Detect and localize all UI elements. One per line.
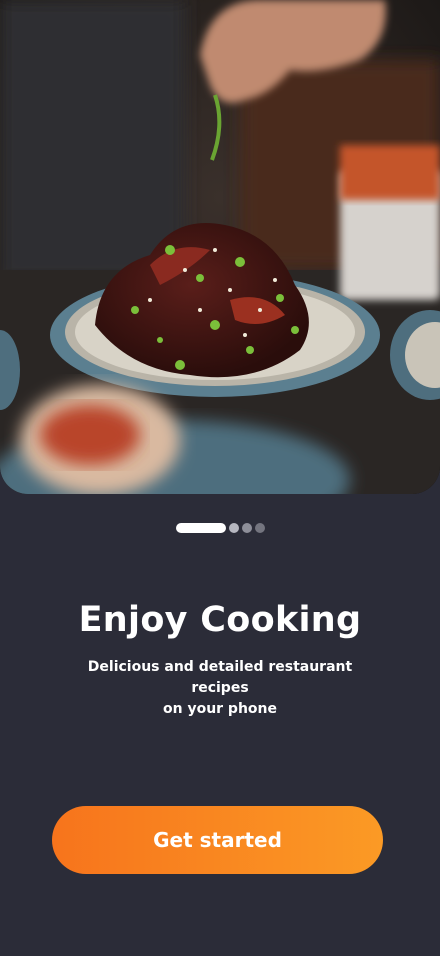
subtitle-line-1: Delicious and detailed restaurant recipe…	[87, 659, 353, 696]
plated-dish-illustration	[0, 0, 440, 494]
page-dot	[254, 523, 265, 533]
page-dot	[241, 523, 252, 533]
page-dot	[228, 523, 239, 533]
subtitle: Delicious and detailed restaurant recipe…	[60, 657, 380, 720]
get-started-button[interactable]: Get started	[52, 806, 383, 874]
page-indicator	[0, 523, 440, 533]
page-title: Enjoy Cooking	[78, 600, 362, 640]
hero-food-image	[0, 0, 440, 494]
subtitle-line-2: on your phone	[162, 701, 278, 717]
page-dot-active	[175, 523, 226, 533]
